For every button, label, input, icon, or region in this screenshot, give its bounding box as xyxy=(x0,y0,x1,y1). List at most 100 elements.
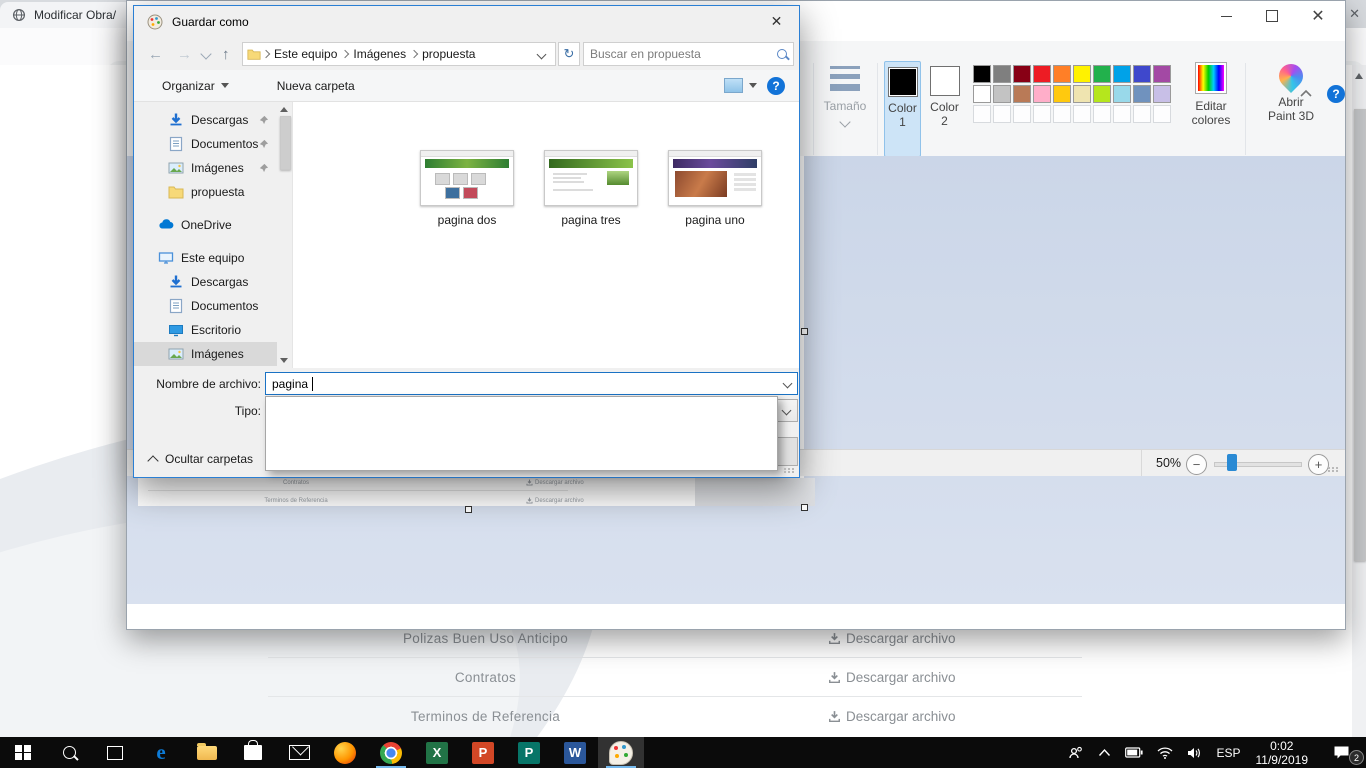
canvas-resize-handle-right[interactable] xyxy=(801,328,808,335)
network-indicator[interactable] xyxy=(1150,737,1180,768)
up-icon[interactable]: ↑ xyxy=(222,46,230,63)
palette-empty-slot[interactable] xyxy=(1013,105,1031,123)
palette-empty-slot[interactable] xyxy=(1033,105,1051,123)
filename-autocomplete-dropdown[interactable] xyxy=(265,396,778,471)
close-button[interactable]: ✕ xyxy=(1295,1,1341,31)
palette-color-swatch[interactable] xyxy=(1153,65,1171,83)
taskbar-word[interactable]: W xyxy=(552,737,598,768)
sidebar-item-propuesta[interactable]: propuesta xyxy=(134,180,277,204)
scrollbar-thumb[interactable] xyxy=(1354,109,1366,561)
taskbar-file-explorer[interactable] xyxy=(184,737,230,768)
palette-color-swatch[interactable] xyxy=(1013,65,1031,83)
size-button[interactable]: Tamaño xyxy=(819,61,871,153)
palette-empty-slot[interactable] xyxy=(1053,105,1071,123)
organize-menu[interactable]: Organizar xyxy=(162,79,229,93)
sidebar-scrollbar[interactable] xyxy=(277,102,292,368)
taskbar-powerpoint[interactable]: P xyxy=(460,737,506,768)
palette-color-swatch[interactable] xyxy=(1113,65,1131,83)
sidebar-item-imagenes2[interactable]: Imágenes xyxy=(134,342,277,366)
taskbar-mail[interactable] xyxy=(276,737,322,768)
palette-empty-slot[interactable] xyxy=(973,105,991,123)
palette-color-swatch[interactable] xyxy=(1013,85,1031,103)
back-icon[interactable]: ← xyxy=(148,46,163,63)
palette-empty-slot[interactable] xyxy=(1113,105,1131,123)
open-paint3d-button[interactable]: Abrir Paint 3D xyxy=(1249,61,1333,157)
palette-color-swatch[interactable] xyxy=(1053,85,1071,103)
dialog-help-icon[interactable]: ? xyxy=(767,77,785,95)
palette-color-swatch[interactable] xyxy=(1073,65,1091,83)
taskbar-firefox[interactable] xyxy=(322,737,368,768)
sidebar-item-escritorio[interactable]: Escritorio xyxy=(134,318,277,342)
palette-color-swatch[interactable] xyxy=(1113,85,1131,103)
forward-icon[interactable]: → xyxy=(177,46,192,63)
palette-empty-slot[interactable] xyxy=(1093,105,1111,123)
canvas-resize-handle-corner[interactable] xyxy=(801,504,808,511)
sidebar-item-este-equipo[interactable]: Este equipo xyxy=(134,246,277,270)
taskbar-publisher[interactable]: P xyxy=(506,737,552,768)
palette-empty-slot[interactable] xyxy=(993,105,1011,123)
edit-colors-button[interactable]: Editar colores xyxy=(1183,61,1239,157)
color2-button[interactable]: Color 2 xyxy=(926,61,963,157)
browser-close-icon[interactable]: ✕ xyxy=(1349,6,1360,22)
palette-empty-slot[interactable] xyxy=(1133,105,1151,123)
file-item-pagina-tres[interactable]: pagina tres xyxy=(537,150,645,227)
taskbar-search-button[interactable] xyxy=(46,737,92,768)
recent-locations-icon[interactable] xyxy=(200,48,211,59)
palette-color-swatch[interactable] xyxy=(1093,85,1111,103)
palette-color-swatch[interactable] xyxy=(1033,65,1051,83)
refresh-button[interactable]: ↻ xyxy=(558,42,580,66)
address-breadcrumb-bar[interactable]: Este equipo Imágenes propuesta xyxy=(242,42,556,66)
clock[interactable]: 0:02 11/9/2019 xyxy=(1248,737,1317,768)
resize-grip[interactable] xyxy=(1328,467,1339,472)
hide-folders-button[interactable]: Ocultar carpetas xyxy=(149,447,253,471)
palette-color-swatch[interactable] xyxy=(973,85,991,103)
palette-color-swatch[interactable] xyxy=(973,65,991,83)
filename-input[interactable]: pagina xyxy=(265,372,798,395)
task-view-button[interactable] xyxy=(92,737,138,768)
help-icon[interactable]: ? xyxy=(1327,85,1345,103)
action-center-button[interactable]: 2 xyxy=(1316,737,1366,768)
minimize-button[interactable] xyxy=(1203,1,1249,31)
filename-dropdown-icon[interactable] xyxy=(783,379,793,389)
battery-indicator[interactable] xyxy=(1118,737,1150,768)
people-button[interactable] xyxy=(1061,737,1091,768)
maximize-button[interactable] xyxy=(1249,1,1295,31)
taskbar-excel[interactable]: X xyxy=(414,737,460,768)
scroll-up-arrow-icon[interactable] xyxy=(1355,73,1363,79)
taskbar-edge[interactable]: e xyxy=(138,737,184,768)
zoom-in-button[interactable]: + xyxy=(1308,454,1329,475)
collapse-ribbon-icon[interactable] xyxy=(1299,87,1313,99)
taskbar-store[interactable] xyxy=(230,737,276,768)
taskbar-paint[interactable] xyxy=(598,737,644,768)
palette-color-swatch[interactable] xyxy=(1033,85,1051,103)
palette-empty-slot[interactable] xyxy=(1073,105,1091,123)
file-item-pagina-dos[interactable]: pagina dos xyxy=(413,150,521,227)
download-link[interactable]: Descargar archivo xyxy=(828,709,956,724)
filetype-dropdown-icon[interactable] xyxy=(777,401,796,420)
start-button[interactable] xyxy=(0,737,46,768)
sidebar-item-documentos2[interactable]: Documentos xyxy=(134,294,277,318)
palette-empty-slot[interactable] xyxy=(1153,105,1171,123)
sidebar-item-imagenes[interactable]: Imágenes xyxy=(134,156,277,180)
file-item-pagina-uno[interactable]: pagina uno xyxy=(661,150,769,227)
palette-color-swatch[interactable] xyxy=(1153,85,1171,103)
zoom-slider-thumb[interactable] xyxy=(1227,454,1237,471)
color1-button[interactable]: Color 1 xyxy=(884,61,921,157)
palette-color-swatch[interactable] xyxy=(1073,85,1091,103)
palette-color-swatch[interactable] xyxy=(1133,85,1151,103)
scroll-down-icon[interactable] xyxy=(280,358,288,363)
sidebar-item-documentos[interactable]: Documentos xyxy=(134,132,277,156)
browser-tab[interactable]: Modificar Obra/ xyxy=(0,2,132,28)
views-button[interactable] xyxy=(724,78,757,93)
palette-color-swatch[interactable] xyxy=(1053,65,1071,83)
browser-scrollbar[interactable] xyxy=(1352,65,1366,737)
dialog-close-button[interactable]: ✕ xyxy=(754,6,799,36)
breadcrumb-item[interactable]: Imágenes xyxy=(353,47,406,61)
new-folder-button[interactable]: Nueva carpeta xyxy=(277,79,355,93)
palette-color-swatch[interactable] xyxy=(993,85,1011,103)
download-link[interactable]: Descargar archivo xyxy=(828,670,956,685)
palette-color-swatch[interactable] xyxy=(993,65,1011,83)
search-box[interactable]: Buscar en propuesta xyxy=(583,42,794,66)
scroll-up-icon[interactable] xyxy=(280,107,288,112)
palette-color-swatch[interactable] xyxy=(1133,65,1151,83)
